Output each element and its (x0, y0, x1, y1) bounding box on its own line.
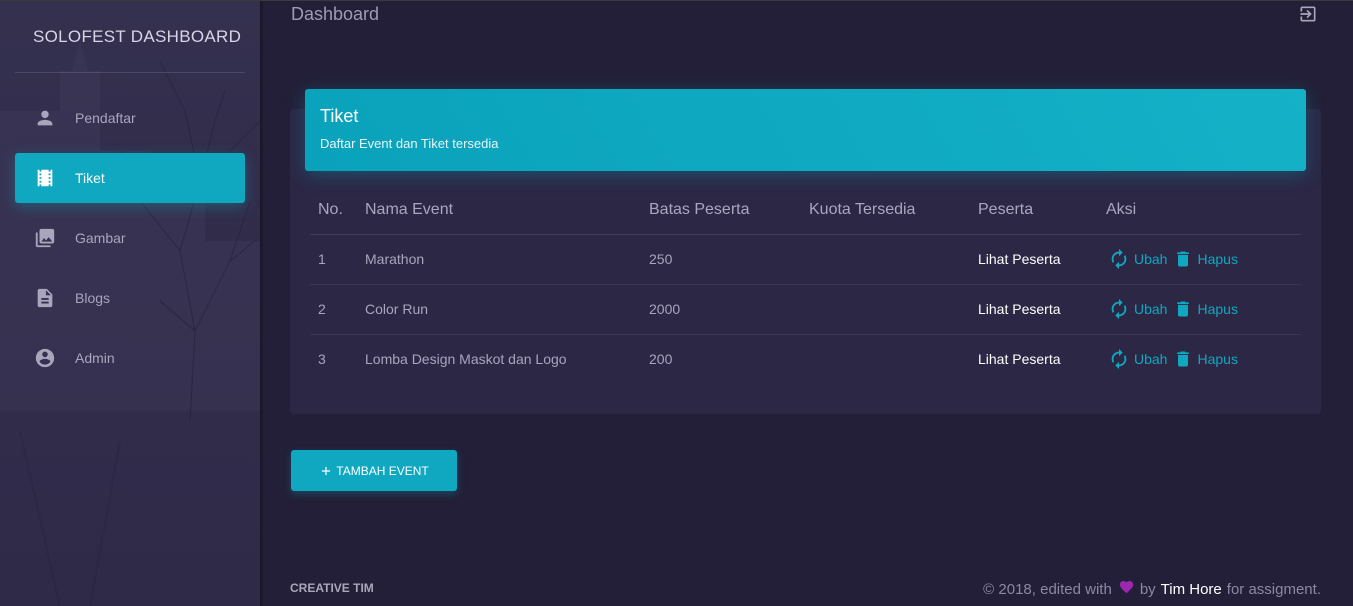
ubah-button[interactable]: Ubah (1106, 348, 1167, 370)
cell-event-name: Marathon (365, 234, 649, 285)
cell-batas-peserta: 200 (649, 351, 673, 368)
heart-icon (1112, 579, 1140, 599)
row-actions: Ubah Hapus (1106, 298, 1301, 320)
ubah-label: Ubah (1134, 351, 1168, 368)
sidebar-shadow (260, 1, 264, 606)
trash-icon (1177, 351, 1190, 367)
movie-film-icon (34, 167, 56, 189)
person-icon (34, 107, 56, 129)
document-icon (34, 287, 56, 309)
lihat-peserta-link[interactable]: Lihat Peserta (978, 251, 1061, 267)
ubah-button[interactable]: Ubah (1106, 298, 1167, 320)
brand-divider (15, 72, 245, 73)
ubah-label: Ubah (1134, 301, 1168, 317)
row-actions: Ubah Hapus (1106, 348, 1301, 370)
table-header-row: No. Nama Event Batas Peserta Kuota Terse… (310, 186, 1301, 235)
card-title: Tiket (320, 106, 359, 126)
cell-kuota-tersedia (809, 284, 978, 335)
tambah-event-button[interactable]: TAMBAH EVENT (291, 450, 457, 491)
refresh-icon (1111, 248, 1127, 270)
cell-event-name: Lomba Design Maskot dan Logo (365, 351, 567, 368)
footer-text-before: © 2018, edited with (983, 580, 1112, 598)
table-row: 1 Marathon 250 Lihat Peserta Ubah Hapus (310, 234, 1301, 285)
refresh-icon (1111, 349, 1127, 370)
logout-icon (1300, 6, 1316, 22)
table-row: 3 Lomba Design Maskot dan Logo 200 Lihat… (310, 334, 1301, 384)
brand-title[interactable]: SOLOFEST DASHBOARD (0, 1, 260, 73)
hapus-label: Hapus (1197, 351, 1238, 368)
cell-batas-peserta: 2000 (649, 284, 809, 335)
sidebar-item-label: Gambar (75, 230, 126, 246)
hapus-button[interactable]: Hapus (1173, 348, 1238, 370)
logout-button[interactable] (1297, 3, 1319, 25)
column-header-kuota-tersedia: Kuota Tersedia (809, 186, 978, 235)
cell-no: 2 (310, 284, 365, 335)
footer-text-by: by (1139, 580, 1156, 598)
sidebar-item-label: Pendaftar (75, 110, 136, 126)
photo-library-icon (34, 227, 56, 249)
events-table: No. Nama Event Batas Peserta Kuota Terse… (310, 186, 1301, 384)
sidebar-item-gambar[interactable]: Gambar (15, 213, 245, 263)
cell-kuota-tersedia (809, 234, 978, 285)
lihat-peserta-link[interactable]: Lihat Peserta (978, 351, 1061, 367)
sidebar-item-admin[interactable]: Admin (15, 333, 245, 383)
tambah-event-label: TAMBAH EVENT (336, 463, 429, 478)
lihat-peserta-link[interactable]: Lihat Peserta (978, 301, 1061, 317)
refresh-icon (1111, 298, 1127, 320)
sidebar-item-blogs[interactable]: Blogs (15, 273, 245, 323)
cell-event-name: Color Run (365, 284, 649, 335)
footer-author-link[interactable]: Tim Hore (1161, 581, 1222, 598)
account-circle-icon (34, 347, 56, 369)
table-row: 2 Color Run 2000 Lihat Peserta Ubah Hapu… (310, 284, 1301, 335)
hapus-label: Hapus (1197, 251, 1238, 267)
sidebar-item-label: Admin (75, 350, 115, 366)
trash-icon (1177, 251, 1190, 267)
row-actions: Ubah Hapus (1106, 248, 1301, 270)
ubah-button[interactable]: Ubah (1106, 248, 1167, 270)
trash-icon (1177, 301, 1190, 317)
hapus-button[interactable]: Hapus (1173, 248, 1238, 270)
column-header-nama-event: Nama Event (365, 186, 649, 235)
hapus-button[interactable]: Hapus (1173, 298, 1238, 320)
page-title: Dashboard (291, 4, 380, 24)
column-header-batas-peserta: Batas Peserta (649, 186, 809, 235)
cell-batas-peserta: 250 (649, 234, 809, 285)
column-header-peserta: Peserta (978, 186, 1106, 235)
sidebar: SOLOFEST DASHBOARD Pendaftar Tiket Gamba… (0, 1, 260, 606)
cell-kuota-tersedia (809, 334, 978, 384)
ubah-label: Ubah (1134, 251, 1168, 267)
sidebar-item-tiket[interactable]: Tiket (15, 153, 245, 203)
cell-no: 3 (318, 351, 326, 368)
card-subtitle: Daftar Event dan Tiket tersedia (320, 136, 499, 151)
footer-creative-tim-link[interactable]: CREATIVE TIM (290, 581, 374, 595)
sidebar-item-label: Tiket (75, 170, 105, 186)
card-header: Tiket Daftar Event dan Tiket tersedia (305, 89, 1306, 171)
footer-text-after: for assigment. (1226, 580, 1321, 598)
sidebar-nav: Pendaftar Tiket Gambar Blogs Admin (15, 93, 245, 393)
hapus-label: Hapus (1197, 301, 1238, 317)
footer-copyright: © 2018, edited with by Tim Hore for assi… (983, 579, 1321, 599)
column-header-aksi: Aksi (1106, 186, 1301, 235)
column-header-no: No. (310, 186, 365, 235)
sidebar-item-pendaftar[interactable]: Pendaftar (15, 93, 245, 143)
plus-icon (322, 466, 331, 475)
cell-no: 1 (310, 234, 365, 285)
sidebar-item-label: Blogs (75, 290, 111, 306)
